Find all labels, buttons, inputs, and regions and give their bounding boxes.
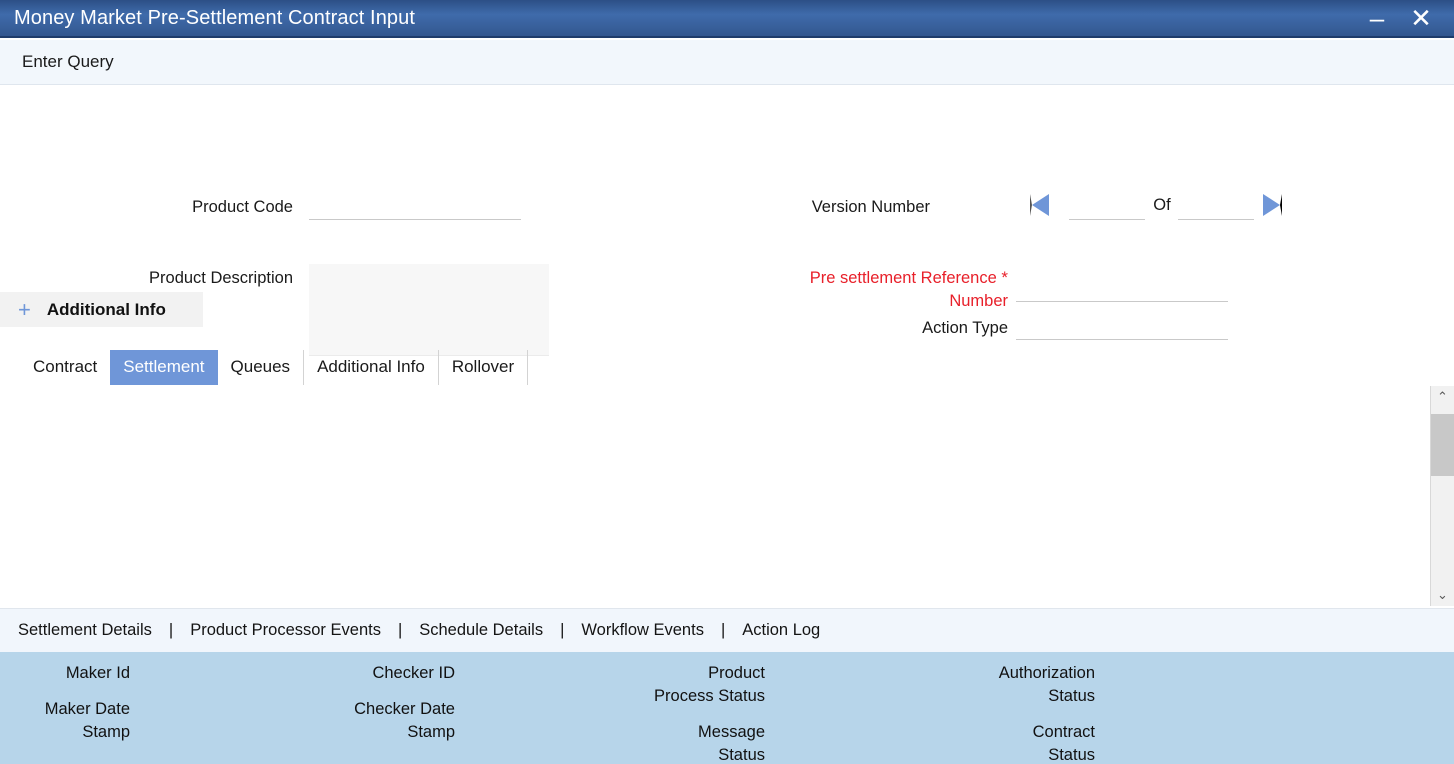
close-icon[interactable]: ✕ [1410, 5, 1432, 31]
version-number-current-input[interactable] [1069, 194, 1145, 220]
contract-status-label-line2: Status [1048, 746, 1095, 764]
scroll-down-icon[interactable]: ⌄ [1431, 584, 1454, 606]
pre-settlement-reference-number-label: Pre settlement Reference * Number [700, 266, 1008, 313]
authorization-status-label: Authorization Status [910, 662, 1095, 708]
audit-footer: Maker Id Maker Date Stamp Checker ID Che… [0, 652, 1454, 764]
maker-date-stamp-label-line2: Stamp [82, 723, 130, 741]
product-code-input[interactable] [309, 194, 521, 220]
minimize-icon[interactable]: – [1366, 5, 1388, 31]
scrollbar-thumb[interactable] [1430, 414, 1454, 476]
link-action-log[interactable]: Action Log [736, 619, 826, 642]
triangle-right-icon[interactable] [1263, 194, 1282, 216]
tab-rollover[interactable]: Rollover [439, 350, 529, 385]
maker-date-stamp-label-line1: Maker Date [44, 700, 130, 718]
link-workflow-events[interactable]: Workflow Events [575, 619, 710, 642]
link-product-processor-events[interactable]: Product Processor Events [184, 619, 387, 642]
maker-date-stamp-label: Maker Date Stamp [0, 698, 130, 744]
version-of-label: Of [1153, 196, 1171, 214]
tab-bar: Contract Settlement Queues Additional In… [0, 350, 1454, 385]
settlement-tab-panel: Account With Institution Account with In… [0, 388, 1432, 606]
sub-screen-link-bar: Settlement Details | Product Processor E… [0, 608, 1454, 652]
product-process-status-label-line1: Product [708, 664, 765, 682]
link-separator: | [720, 621, 726, 639]
contract-status-label-line1: Contract [1032, 723, 1095, 741]
message-status-label: Message Status [600, 721, 765, 764]
process-status-column: Product Process Status Message Status [600, 662, 765, 764]
pre-settlement-reference-number-input[interactable] [1016, 276, 1228, 302]
product-description-input[interactable] [309, 264, 549, 356]
version-number-label: Version Number [811, 198, 930, 216]
contract-header-form: Product Code Product Description Version… [0, 86, 1454, 356]
product-process-status-label-line2: Process Status [654, 687, 765, 705]
product-description-label: Product Description [149, 269, 293, 287]
toolbar: Enter Query [0, 40, 1454, 85]
application-window: Money Market Pre-Settlement Contract Inp… [0, 0, 1454, 764]
scroll-up-icon[interactable]: ⌃ [1431, 386, 1454, 408]
link-separator: | [168, 621, 174, 639]
window-title: Money Market Pre-Settlement Contract Inp… [14, 6, 416, 29]
product-process-status-label: Product Process Status [600, 662, 765, 708]
version-number-total-input[interactable] [1178, 194, 1254, 220]
triangle-left-icon[interactable] [1030, 194, 1049, 216]
pre-settlement-reference-number-label-line1: Pre settlement Reference [809, 269, 997, 287]
additional-info-expander[interactable]: + Additional Info [0, 292, 203, 327]
pre-settlement-reference-number-label-line2: Number [949, 292, 1008, 310]
required-marker-icon: * [1001, 268, 1008, 287]
action-type-label: Action Type [922, 319, 1008, 337]
maker-column: Maker Id Maker Date Stamp [0, 662, 130, 757]
link-separator: | [397, 621, 403, 639]
panel-scrollbar[interactable]: ⌃ ⌄ [1430, 386, 1454, 606]
authorization-status-column: Authorization Status Contract Status [910, 662, 1095, 764]
checker-date-stamp-label: Checker Date Stamp [300, 698, 455, 744]
link-schedule-details[interactable]: Schedule Details [413, 619, 549, 642]
message-status-label-line1: Message [698, 723, 765, 741]
tab-additional-info[interactable]: Additional Info [304, 350, 439, 385]
checker-date-stamp-label-line2: Stamp [407, 723, 455, 741]
maker-id-label: Maker Id [65, 664, 130, 682]
additional-info-section-title: Additional Info [46, 299, 166, 319]
tab-contract[interactable]: Contract [20, 350, 110, 385]
action-type-input[interactable] [1016, 314, 1228, 340]
product-code-label: Product Code [192, 198, 293, 216]
checker-date-stamp-label-line1: Checker Date [354, 700, 455, 718]
link-settlement-details[interactable]: Settlement Details [12, 619, 158, 642]
window-title-bar: Money Market Pre-Settlement Contract Inp… [0, 0, 1454, 38]
authorization-status-label-line1: Authorization [998, 664, 1095, 682]
enter-query-button[interactable]: Enter Query [18, 49, 118, 75]
window-controls: – ✕ [1366, 5, 1446, 31]
authorization-status-label-line2: Status [1048, 687, 1095, 705]
checker-column: Checker ID Checker Date Stamp [300, 662, 455, 757]
checker-id-label: Checker ID [372, 664, 455, 682]
tab-settlement[interactable]: Settlement [110, 350, 218, 385]
scrollbar-track[interactable] [1430, 408, 1454, 584]
plus-icon: + [18, 296, 31, 322]
link-separator: | [560, 621, 565, 639]
contract-status-label: Contract Status [910, 721, 1095, 764]
tab-queues[interactable]: Queues [218, 350, 305, 385]
message-status-label-line2: Status [718, 746, 765, 764]
